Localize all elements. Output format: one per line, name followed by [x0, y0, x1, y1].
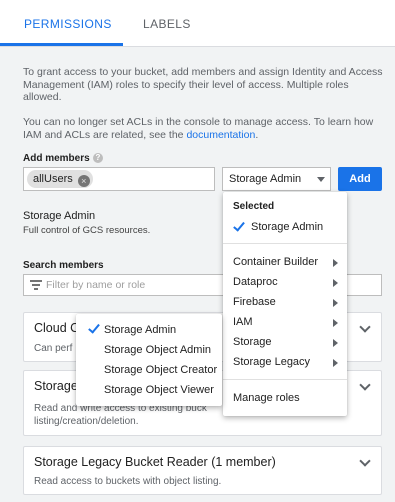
storage-role-item[interactable]: Storage Object Viewer — [104, 384, 214, 396]
dropdown-caret-icon — [317, 177, 325, 182]
checkmark-icon — [233, 219, 245, 232]
role-category-item[interactable]: Container Builder — [233, 256, 318, 268]
storage-role-item[interactable]: Storage Object Admin — [104, 344, 211, 356]
role-category-item[interactable]: Firebase — [233, 296, 276, 308]
role-category-item[interactable]: Storage — [233, 336, 272, 348]
member-card-title: Storage — [34, 379, 78, 393]
role-menu-selected-header: Selected — [233, 201, 275, 212]
active-tab-indicator — [0, 43, 123, 46]
role-select-value: Storage Admin — [229, 173, 302, 185]
member-card-desc: Read access to buckets with object listi… — [34, 476, 222, 487]
tab-permissions[interactable]: PERMISSIONS — [24, 17, 112, 31]
acl-notice: You can no longer set ACLs in the consol… — [23, 116, 383, 141]
submenu-arrow-icon — [333, 339, 338, 347]
documentation-link[interactable]: documentation — [186, 129, 255, 141]
member-chip: allUsers × — [27, 170, 93, 188]
acl-notice-end: . — [255, 128, 259, 141]
add-members-label: Add members — [23, 153, 90, 164]
filter-icon — [30, 280, 42, 290]
manage-roles-link[interactable]: Manage roles — [233, 392, 300, 404]
search-placeholder: Filter by name or role — [46, 279, 146, 291]
expand-icon[interactable] — [359, 455, 371, 467]
role-menu: Selected Storage Admin Container Builder… — [223, 192, 347, 416]
role-menu-selected-item[interactable]: Storage Admin — [251, 221, 323, 233]
storage-role-item[interactable]: Storage Admin — [104, 324, 176, 336]
menu-divider — [223, 243, 347, 244]
expand-icon[interactable] — [359, 321, 371, 333]
role-select[interactable]: Storage Admin — [222, 167, 331, 191]
add-button[interactable]: Add — [338, 167, 382, 191]
chip-remove-icon[interactable]: × — [77, 175, 90, 187]
member-card-desc-line2: listing/creation/deletion. — [34, 416, 139, 427]
expand-icon[interactable] — [359, 379, 371, 391]
role-category-item[interactable]: Storage Legacy — [233, 356, 310, 368]
role-category-item[interactable]: IAM — [233, 316, 253, 328]
menu-divider — [223, 379, 347, 380]
role-info-title: Storage Admin — [23, 210, 96, 222]
member-card[interactable]: Storage Legacy Bucket Reader (1 member) … — [23, 446, 382, 495]
storage-submenu: Storage Admin Storage Object Admin Stora… — [76, 314, 222, 406]
member-card-title: Cloud C — [34, 321, 80, 335]
role-category-item[interactable]: Dataproc — [233, 276, 278, 288]
members-input[interactable]: allUsers × — [23, 167, 215, 191]
member-card-desc: Can perf — [34, 343, 73, 354]
member-card-title: Storage Legacy Bucket Reader (1 member) — [34, 455, 276, 469]
role-info-desc: Full control of GCS resources. — [23, 225, 151, 236]
tab-labels[interactable]: LABELS — [143, 17, 191, 31]
tab-bar: PERMISSIONS LABELS — [0, 0, 395, 47]
submenu-arrow-icon — [333, 279, 338, 287]
submenu-arrow-icon — [333, 259, 338, 267]
submenu-arrow-icon — [333, 359, 338, 367]
intro-text: To grant access to your bucket, add memb… — [23, 66, 383, 103]
help-icon[interactable]: ? — [93, 153, 103, 163]
checkmark-icon — [88, 321, 100, 334]
submenu-arrow-icon — [333, 319, 338, 327]
storage-role-item[interactable]: Storage Object Creator — [104, 364, 217, 376]
search-members-label: Search members — [23, 260, 104, 271]
submenu-arrow-icon — [333, 299, 338, 307]
member-chip-label: allUsers — [33, 173, 73, 185]
